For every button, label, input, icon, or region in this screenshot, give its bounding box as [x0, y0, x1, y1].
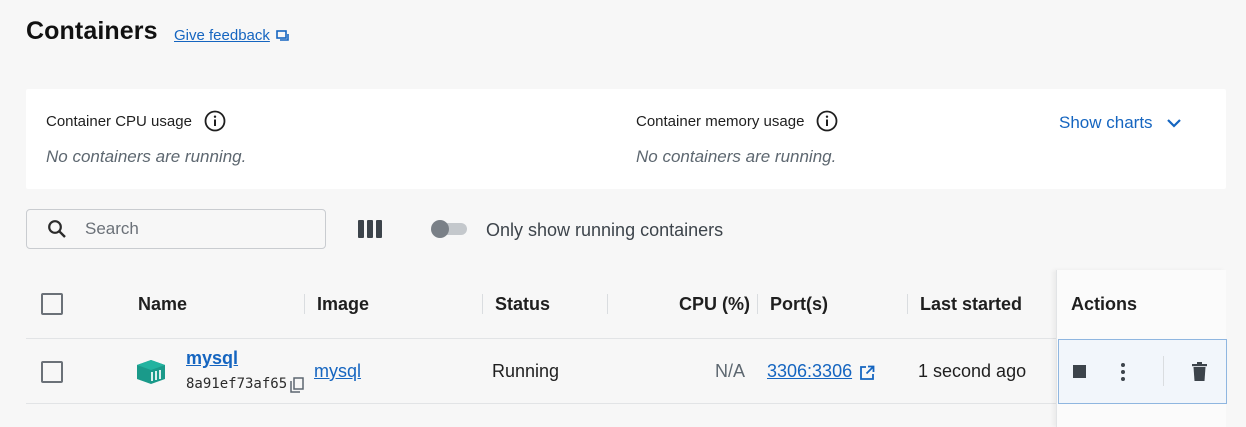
info-icon[interactable] — [816, 110, 838, 132]
show-charts-label: Show charts — [1059, 113, 1153, 132]
row-actions — [1058, 339, 1227, 404]
feedback-icon — [276, 29, 289, 41]
show-charts-button[interactable]: Show charts — [1059, 113, 1183, 133]
external-link-icon[interactable] — [859, 365, 875, 381]
port-link[interactable]: 3306:3306 — [767, 361, 852, 382]
container-name-link[interactable]: mysql — [186, 348, 238, 369]
cpu-usage-empty-text: No containers are running. — [46, 147, 247, 166]
memory-usage-heading: Container memory usage — [636, 110, 838, 132]
search-input[interactable] — [85, 219, 285, 239]
containers-table: Name Image Status CPU (%) Port(s) Last s… — [26, 270, 1227, 427]
toggle-thumb — [431, 220, 449, 238]
cpu-usage-label: Container CPU usage — [46, 112, 192, 130]
page-title: Containers — [26, 17, 158, 45]
stop-icon[interactable] — [1073, 365, 1086, 378]
last-started-text: 1 second ago — [918, 361, 1027, 381]
give-feedback-label: Give feedback — [174, 27, 270, 44]
trash-icon[interactable] — [1192, 362, 1207, 381]
column-divider — [304, 294, 305, 314]
copy-icon[interactable] — [290, 377, 304, 393]
more-vertical-icon[interactable] — [1120, 362, 1126, 382]
actions-column: Actions — [1056, 270, 1227, 427]
table-header: Name Image Status CPU (%) Port(s) Last s… — [26, 270, 1056, 338]
columns-icon[interactable] — [357, 219, 383, 239]
usage-stats-panel: Container CPU usage No containers are ru… — [26, 89, 1226, 189]
column-header-actions: Actions — [1071, 294, 1138, 314]
memory-usage-label: Container memory usage — [636, 112, 805, 130]
memory-usage-empty-text: No containers are running. — [636, 147, 837, 166]
actions-divider — [1163, 356, 1164, 386]
select-all-checkbox[interactable] — [41, 293, 63, 315]
cpu-value: N/A — [715, 361, 746, 381]
column-divider — [907, 294, 908, 314]
chevron-down-icon — [1166, 119, 1181, 128]
container-id: 8a91ef73af65 — [186, 376, 288, 392]
column-divider — [607, 294, 608, 314]
image-link[interactable]: mysql — [314, 361, 361, 382]
column-divider — [757, 294, 758, 314]
column-header-ports[interactable]: Port(s) — [770, 294, 828, 315]
cpu-usage-heading: Container CPU usage — [46, 110, 226, 132]
running-only-label: Only show running containers — [486, 220, 724, 240]
row-select-checkbox[interactable] — [41, 361, 63, 383]
search-box[interactable] — [26, 209, 326, 249]
running-only-toggle[interactable] — [431, 220, 467, 238]
give-feedback-link[interactable]: Give feedback — [174, 27, 290, 44]
column-header-last-started[interactable]: Last started — [920, 294, 1022, 315]
container-icon — [137, 360, 165, 384]
status-text: Running — [492, 361, 560, 381]
column-header-cpu[interactable]: CPU (%) — [679, 294, 750, 315]
column-divider — [482, 294, 483, 314]
column-header-status[interactable]: Status — [495, 294, 550, 315]
table-row[interactable]: mysql 8a91ef73af65 mysql Running N/A 330… — [26, 338, 1056, 404]
column-header-name[interactable]: Name — [138, 294, 187, 315]
search-icon — [48, 220, 66, 238]
info-icon[interactable] — [204, 110, 226, 132]
column-header-image[interactable]: Image — [317, 294, 369, 315]
